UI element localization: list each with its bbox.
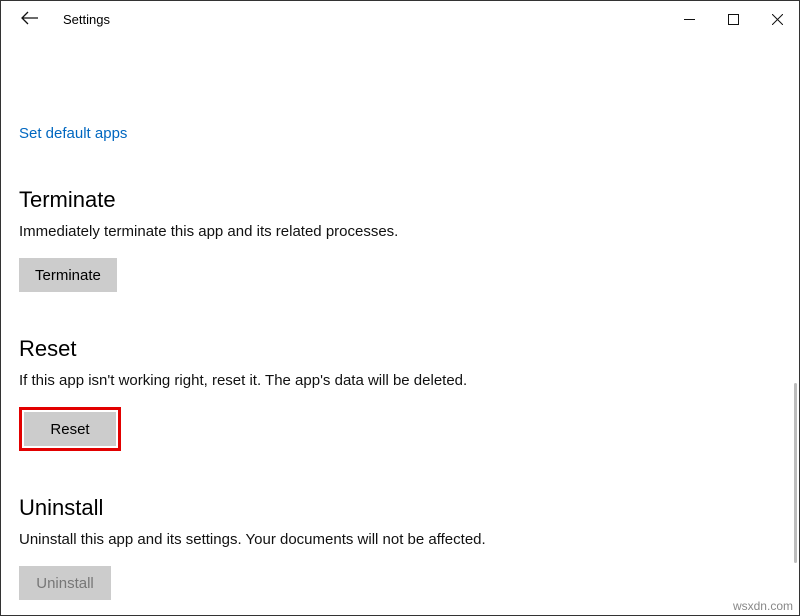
- set-default-apps-link[interactable]: Set default apps: [19, 125, 127, 142]
- watermark: wsxdn.com: [733, 599, 793, 613]
- reset-button[interactable]: Reset: [24, 412, 116, 446]
- window-title: Settings: [63, 12, 110, 27]
- uninstall-description: Uninstall this app and its settings. You…: [19, 531, 781, 548]
- maximize-button[interactable]: [711, 1, 755, 37]
- reset-description: If this app isn't working right, reset i…: [19, 372, 781, 389]
- terminate-description: Immediately terminate this app and its r…: [19, 223, 781, 240]
- reset-button-highlight: Reset: [19, 407, 121, 451]
- window-controls: [667, 1, 799, 37]
- close-button[interactable]: [755, 1, 799, 37]
- back-button[interactable]: [15, 7, 45, 32]
- terminate-button[interactable]: Terminate: [19, 258, 117, 292]
- scrollbar-thumb[interactable]: [794, 383, 797, 563]
- terminate-heading: Terminate: [19, 187, 781, 213]
- uninstall-section: Uninstall Uninstall this app and its set…: [19, 495, 781, 600]
- content-area: Set default apps Terminate Immediately t…: [1, 37, 799, 600]
- uninstall-heading: Uninstall: [19, 495, 781, 521]
- minimize-button[interactable]: [667, 1, 711, 37]
- reset-heading: Reset: [19, 336, 781, 362]
- reset-section: Reset If this app isn't working right, r…: [19, 336, 781, 451]
- title-bar: Settings: [1, 1, 799, 37]
- uninstall-button: Uninstall: [19, 566, 111, 600]
- terminate-section: Terminate Immediately terminate this app…: [19, 187, 781, 292]
